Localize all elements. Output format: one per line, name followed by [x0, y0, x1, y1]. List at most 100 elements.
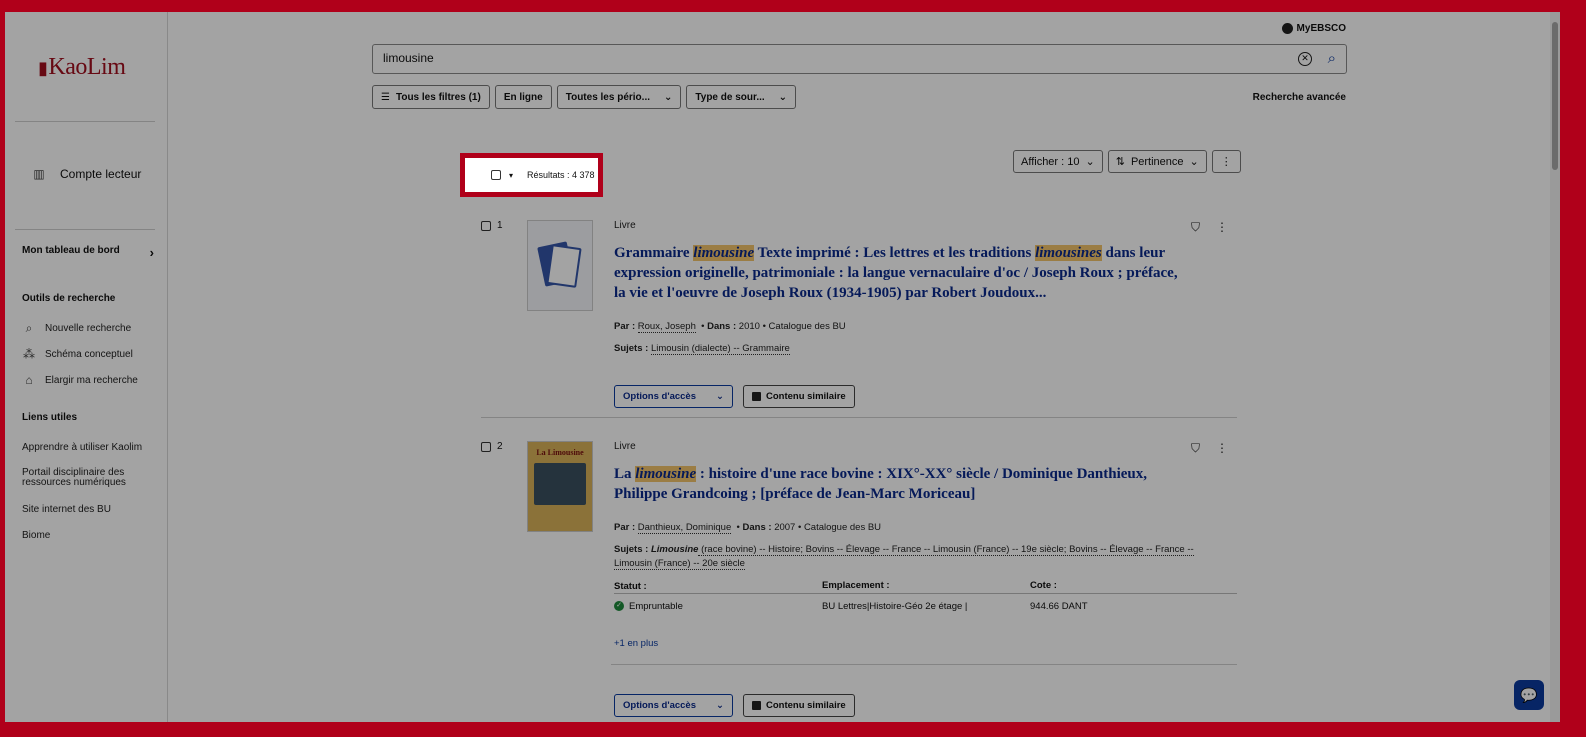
result-type: Livre — [614, 441, 636, 452]
advanced-search-link[interactable]: Recherche avancée — [1253, 92, 1346, 103]
result-thumbnail[interactable] — [527, 220, 593, 311]
result-byline: Par : Danthieux, Dominique • Dans : 2007… — [614, 522, 882, 534]
sidebar-link-bu-site[interactable]: Site internet des BU — [22, 504, 111, 515]
chevron-down-icon: ⌄ — [664, 91, 673, 103]
sidebar-link-learn[interactable]: Apprendre à utiliser Kaolim — [22, 442, 142, 453]
chat-button[interactable]: 💬 — [1514, 680, 1544, 710]
source-type-filter-dropdown[interactable]: Type de sour... ⌄ — [686, 85, 797, 109]
search-bar: ✕ ⌕ — [372, 44, 1347, 74]
chevron-down-icon: ⌄ — [1189, 156, 1199, 168]
result-buttons: Options d'accès ⌄ Contenu similaire — [614, 694, 855, 717]
book-logo-icon: ▮ — [38, 58, 48, 78]
subject-link[interactable]: (race bovine) -- Histoire; Bovins -- Éle… — [698, 544, 1194, 556]
availability-table: Statut : Emplacement : Cote : ✓ Empruntab… — [614, 580, 1237, 618]
main-content: MyEBSCO ✕ ⌕ ☰ Tous les filtres (1) En li… — [168, 12, 1560, 722]
title-highlight: limousines — [1035, 245, 1102, 261]
account-label: Compte lecteur — [60, 167, 142, 181]
caret-down-icon[interactable]: ▾ — [509, 171, 513, 180]
kaolim-logo[interactable]: ▮KaoLim — [38, 54, 126, 81]
divider — [15, 229, 155, 230]
period-filter-dropdown[interactable]: Toutes les pério... ⌄ — [556, 85, 682, 109]
access-options-dropdown[interactable]: Options d'accès ⌄ — [614, 385, 733, 408]
similar-content-button[interactable]: Contenu similaire — [742, 385, 855, 408]
clear-icon[interactable]: ✕ — [1298, 52, 1312, 66]
all-filters-button[interactable]: ☰ Tous les filtres (1) — [372, 85, 490, 109]
result-type: Livre — [614, 220, 636, 231]
sort-bar: Afficher : 10 ⌄ ⇅ Pertinence ⌄ ⋮ — [1013, 150, 1241, 173]
divider — [15, 121, 155, 122]
author-link[interactable]: Danthieux, Dominique — [637, 522, 732, 534]
tools-heading: Outils de recherche — [22, 293, 116, 304]
results-count: Résultats : 4 378 — [527, 170, 595, 180]
bookmark-icon[interactable]: ⛉ — [1191, 441, 1200, 456]
document-icon — [537, 240, 582, 292]
sort-dropdown[interactable]: ⇅ Pertinence ⌄ — [1107, 150, 1207, 173]
myebsco-link[interactable]: MyEBSCO — [1281, 23, 1346, 34]
account-link[interactable]: ▥ Compte lecteur — [32, 167, 141, 181]
divider — [481, 417, 1237, 418]
search-icon[interactable]: ⌕ — [1328, 50, 1336, 67]
kebab-icon[interactable]: ⋮ — [1216, 441, 1228, 456]
result-buttons: Options d'accès ⌄ Contenu similaire — [614, 385, 855, 408]
result-byline: Par : Roux, Joseph • Dans : 2010 • Catal… — [614, 321, 846, 333]
more-options-button[interactable]: ⋮ — [1211, 150, 1241, 173]
subject-link[interactable]: Limousin (dialecte) -- Grammaire — [650, 343, 790, 355]
title-highlight: limousine — [635, 466, 697, 482]
access-options-dropdown[interactable]: Options d'accès ⌄ — [614, 694, 733, 717]
scrollbar-thumb[interactable] — [1552, 22, 1558, 170]
result-actions: ⛉ ⋮ — [1191, 441, 1228, 456]
book-cover-image[interactable]: La Limousine — [527, 441, 593, 532]
sidebar-item-concept-map[interactable]: ⁂ Schéma conceptuel — [22, 347, 133, 361]
result-subjects: Sujets : Limousine (race bovine) -- Hist… — [614, 544, 1194, 556]
result-item: 1 Livre ⛉ ⋮ Grammaire limousine Texte im… — [481, 220, 1237, 408]
subject-link[interactable]: Limousin (France) -- 20e siècle — [614, 558, 745, 570]
result-checkbox[interactable] — [481, 220, 491, 231]
sidebar-item-new-search[interactable]: ⌕ Nouvelle recherche — [22, 321, 132, 336]
sidebar-link-portal[interactable]: Portail disciplinaire des ressources num… — [22, 468, 147, 488]
result-number: 1 — [481, 220, 503, 231]
author-link[interactable]: Roux, Joseph — [637, 321, 696, 333]
account-circle-icon — [1281, 23, 1293, 34]
kebab-icon[interactable]: ⋮ — [1216, 220, 1228, 235]
books-icon: ▥ — [33, 167, 45, 181]
select-all-checkbox[interactable] — [491, 170, 501, 180]
online-filter-button[interactable]: En ligne — [494, 85, 552, 109]
sort-icon: ⇅ — [1115, 156, 1125, 168]
similar-content-button[interactable]: Contenu similaire — [742, 694, 855, 717]
result-actions: ⛉ ⋮ — [1191, 220, 1228, 235]
result-number: 2 — [481, 441, 503, 452]
result-title[interactable]: Grammaire limousine Texte imprimé : Les … — [614, 243, 1184, 303]
result-item: 2 La Limousine Livre ⛉ ⋮ La limousine : … — [481, 441, 1237, 721]
page-size-dropdown[interactable]: Afficher : 10 ⌄ — [1013, 150, 1103, 173]
result-subjects: Sujets : Limousin (dialecte) -- Grammair… — [614, 343, 790, 355]
divider — [611, 664, 1237, 665]
sidebar-link-biome[interactable]: Biome — [22, 530, 50, 541]
chevron-right-icon: › — [149, 245, 154, 260]
title-highlight: limousine — [693, 245, 755, 261]
kebab-icon: ⋮ — [1220, 156, 1232, 168]
dashboard-link[interactable]: Mon tableau de bord › — [22, 245, 162, 260]
sidebar-item-expand-search[interactable]: ⌂ Elargir ma recherche — [22, 373, 137, 387]
app-frame: ▮KaoLim ▥ Compte lecteur Mon tableau de … — [5, 12, 1560, 722]
availability-header: Statut : Emplacement : Cote : — [614, 580, 1237, 594]
scrollbar[interactable] — [1550, 12, 1560, 722]
cover-photo — [534, 463, 586, 505]
filter-bar: ☰ Tous les filtres (1) En ligne Toutes l… — [372, 85, 797, 109]
search-icon: ⌕ — [25, 321, 33, 335]
check-circle-icon: ✓ — [614, 601, 624, 611]
more-holdings-link[interactable]: +1 en plus — [614, 638, 658, 649]
result-subjects-cont: Limousin (France) -- 20e siècle — [614, 558, 745, 570]
results-count-highlight: ▾ Résultats : 4 378 — [460, 153, 603, 197]
library-icon: ⌂ — [25, 373, 33, 387]
chat-icon: 💬 — [1520, 687, 1538, 703]
result-title[interactable]: La limousine : histoire d'une race bovin… — [614, 464, 1184, 504]
filter-icon: ☰ — [381, 91, 390, 103]
chevron-down-icon: ⌄ — [1085, 156, 1095, 168]
search-input[interactable] — [383, 51, 1263, 65]
similar-icon — [751, 701, 761, 710]
sidebar: ▮KaoLim ▥ Compte lecteur Mon tableau de … — [5, 12, 168, 722]
chevron-down-icon: ⌄ — [716, 391, 724, 402]
chevron-down-icon: ⌄ — [778, 91, 788, 103]
result-checkbox[interactable] — [481, 441, 491, 452]
bookmark-icon[interactable]: ⛉ — [1191, 220, 1200, 235]
